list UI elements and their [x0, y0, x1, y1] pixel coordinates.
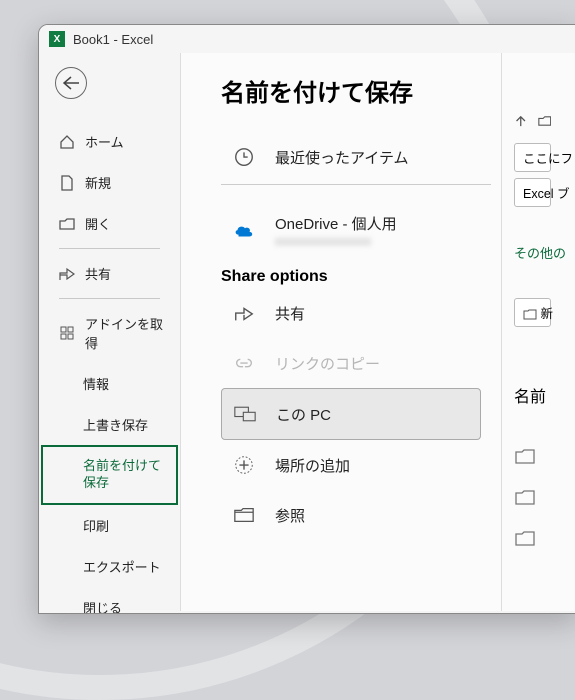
sidebar-item-save[interactable]: 上書き保存 [39, 404, 180, 445]
title-bar: X Book1 - Excel [39, 25, 575, 53]
sidebar-label: 開く [85, 214, 111, 233]
sidebar-item-print[interactable]: 印刷 [39, 505, 180, 546]
share-options-heading: Share options [221, 268, 481, 286]
sidebar-label: 閉じる [83, 598, 122, 614]
sidebar-label: 情報 [83, 374, 109, 393]
clock-icon [231, 146, 257, 168]
new-icon [59, 175, 75, 191]
share-arrow-icon [231, 302, 257, 324]
sidebar-divider [59, 248, 160, 249]
more-options-link[interactable]: その他の [514, 243, 551, 262]
home-icon [59, 134, 75, 150]
backstage-sidebar: ホーム 新規 開く 共有 [39, 53, 180, 611]
up-folder-row[interactable] [514, 113, 551, 129]
sidebar-label: 新規 [85, 173, 111, 192]
sidebar-item-home[interactable]: ホーム [39, 121, 180, 162]
location-label: 共有 [275, 303, 305, 324]
sidebar-item-saveas[interactable]: 名前を付けて保存 [41, 445, 178, 505]
location-label: この PC [276, 404, 331, 425]
sidebar-label: 共有 [85, 264, 111, 283]
onedrive-label: OneDrive - 個人用 [275, 213, 397, 234]
location-label: 参照 [275, 505, 305, 526]
back-button[interactable] [55, 67, 87, 99]
sidebar-divider [59, 298, 160, 299]
sidebar-label: アドインを取得 [85, 314, 170, 352]
location-browse[interactable]: 参照 [221, 490, 481, 540]
addplace-icon [231, 454, 257, 476]
location-label: リンクのコピー [275, 353, 380, 374]
window-title: Book1 - Excel [73, 32, 153, 47]
share-icon [59, 267, 75, 281]
page-title: 名前を付けて保存 [221, 73, 481, 108]
sidebar-item-new[interactable]: 新規 [39, 162, 180, 203]
location-recent[interactable]: 最近使ったアイテム [221, 132, 481, 182]
folder-icon [514, 488, 536, 506]
folder-icon [538, 114, 552, 128]
folder-icon [514, 529, 536, 547]
sidebar-item-addins[interactable]: アドインを取得 [39, 303, 180, 363]
up-arrow-icon [514, 113, 528, 129]
addins-icon [59, 325, 75, 341]
sidebar-item-export[interactable]: エクスポート [39, 546, 180, 587]
onedrive-text: OneDrive - 個人用 xxxxxxxxxxxxxxxx [275, 213, 397, 248]
sidebar-label: 上書き保存 [83, 415, 148, 434]
sidebar-item-info[interactable]: 情報 [39, 363, 180, 404]
filetype-dropdown[interactable]: Excel ブ [514, 178, 551, 207]
onedrive-account: xxxxxxxxxxxxxxxx [275, 234, 397, 248]
location-share[interactable]: 共有 [221, 288, 481, 338]
sidebar-label: 名前を付けて保存 [83, 458, 166, 492]
location-onedrive[interactable]: OneDrive - 個人用 xxxxxxxxxxxxxxxx [221, 199, 481, 262]
back-arrow-icon [63, 76, 79, 90]
filename-input[interactable]: ここにフ [514, 143, 551, 172]
folder-icon [523, 308, 537, 320]
sidebar-label: 印刷 [83, 516, 109, 535]
link-icon [231, 352, 257, 374]
browse-folder-icon [231, 504, 257, 526]
folder-icon [514, 447, 536, 465]
locations-panel: 名前を付けて保存 最近使ったアイテム OneDrive - 個人用 xxxxxx… [181, 53, 501, 611]
location-copylink: リンクのコピー [221, 338, 481, 388]
location-thispc[interactable]: この PC [221, 388, 481, 440]
open-icon [59, 217, 75, 231]
file-browser-panel: ここにフ Excel ブ その他の 新 名前 [501, 53, 551, 611]
sidebar-item-open[interactable]: 開く [39, 203, 180, 244]
location-divider [221, 184, 491, 185]
location-addplace[interactable]: 場所の追加 [221, 440, 481, 490]
location-label: 最近使ったアイテム [275, 147, 409, 168]
excel-app-icon: X [49, 31, 65, 47]
sidebar-item-share[interactable]: 共有 [39, 253, 180, 294]
location-label: 場所の追加 [275, 455, 350, 476]
column-header-name[interactable]: 名前 [514, 389, 546, 406]
new-folder-button[interactable]: 新 [514, 298, 551, 327]
onedrive-icon [231, 220, 257, 242]
thispc-icon [232, 403, 258, 425]
excel-backstage-window: X Book1 - Excel ホーム 新規 [38, 24, 575, 614]
sidebar-label: エクスポート [83, 557, 161, 576]
sidebar-label: ホーム [85, 132, 124, 151]
content-area: 名前を付けて保存 最近使ったアイテム OneDrive - 個人用 xxxxxx… [180, 53, 575, 611]
sidebar-item-close[interactable]: 閉じる [39, 587, 180, 614]
new-folder-label: 新 [540, 307, 553, 321]
